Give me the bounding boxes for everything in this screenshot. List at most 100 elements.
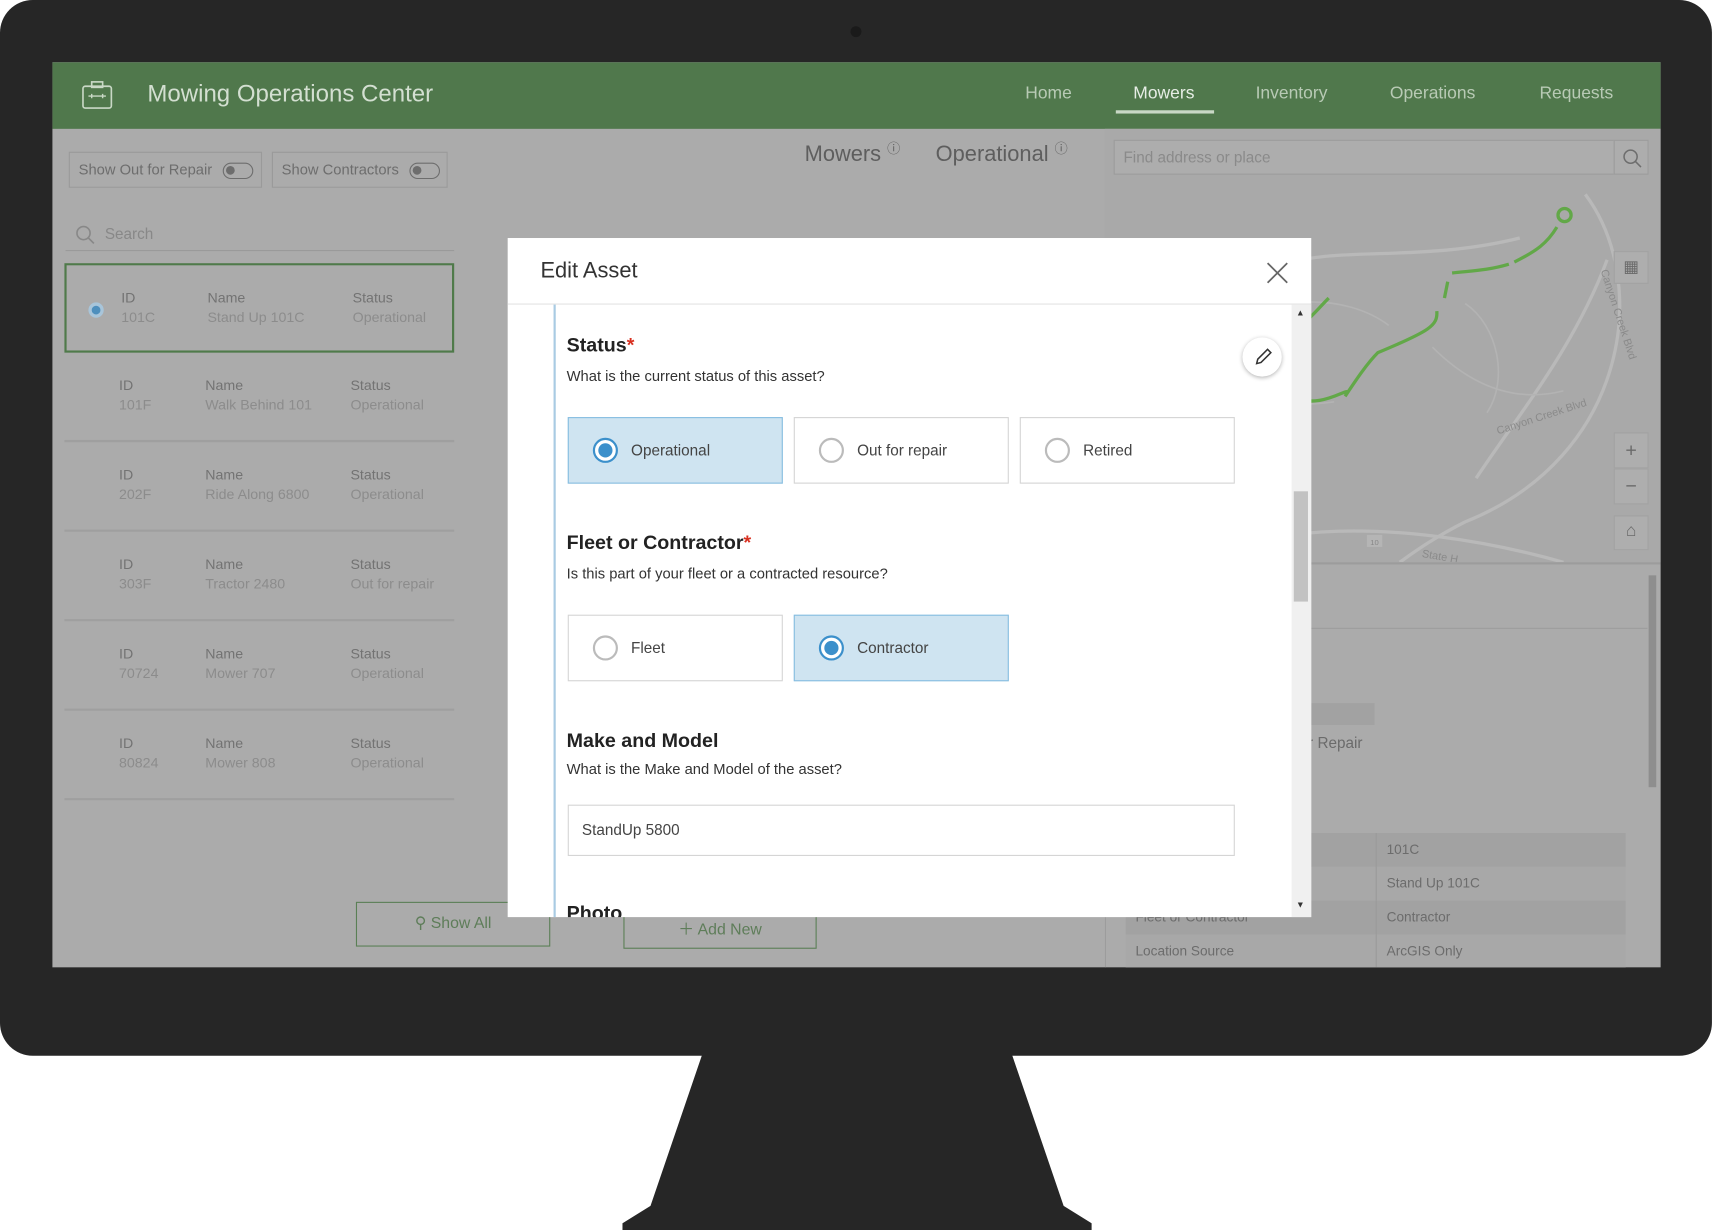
option-label: Contractor <box>857 638 929 657</box>
status-label: Status <box>350 376 391 394</box>
scroll-down-arrow-icon[interactable]: ▼ <box>1296 900 1305 910</box>
status-label: Status <box>350 466 391 483</box>
name-value: Tractor 2480 <box>205 575 286 592</box>
highway-shield: 10 <box>1370 538 1378 547</box>
input-value: StandUp 5800 <box>581 821 680 839</box>
status-question-desc: What is the current status of this asset… <box>566 367 825 385</box>
search-icon <box>76 225 95 245</box>
monitor-stand <box>622 1054 1092 1230</box>
list-item[interactable]: ID 80824 Name Mower 808 Status Operational <box>64 711 455 801</box>
radio-icon <box>818 635 844 661</box>
app-header: Mowing Operations Center Home Mowers Inv… <box>52 62 1661 129</box>
map-road-label: State H <box>1421 548 1459 562</box>
name-label: Name <box>205 555 244 573</box>
toggle-label: Show Out for Repair <box>78 161 213 178</box>
radio-icon <box>818 437 844 463</box>
map-road-label: Canyon Creek Blvd <box>1495 397 1588 437</box>
id-value: 101F <box>119 396 152 413</box>
search-placeholder: Search <box>104 224 154 243</box>
name-value: Walk Behind 101 <box>205 396 313 413</box>
show-contractors-toggle[interactable]: Show Contractors <box>271 151 448 188</box>
id-label: ID <box>119 645 134 662</box>
toggle-switch[interactable] <box>409 162 440 180</box>
divider <box>507 303 1312 305</box>
nav-requests[interactable]: Requests <box>1539 84 1613 104</box>
edit-asset-dialog: Edit Asset Status* What is the current s… <box>507 238 1312 918</box>
radio-icon <box>592 635 618 661</box>
search-icon <box>1623 149 1642 168</box>
photo-question-title: Photo <box>566 901 623 918</box>
active-tab-indicator <box>1115 110 1215 114</box>
minus-icon: − <box>1625 474 1637 497</box>
fleet-question-desc: Is this part of your fleet or a contract… <box>566 565 888 582</box>
edit-button[interactable] <box>1242 337 1282 377</box>
make-question-desc: What is the Make and Model of the asset? <box>566 760 842 778</box>
info-icon[interactable]: ⓘ <box>1055 141 1068 156</box>
plus-icon: + <box>1625 438 1637 461</box>
home-icon: ⌂ <box>1625 521 1637 541</box>
status-value: Operational <box>350 485 424 503</box>
status-label: Status <box>352 289 393 306</box>
status-value: Operational <box>352 308 427 326</box>
zoom-out-button[interactable]: − <box>1613 468 1649 505</box>
make-question-title: Make and Model <box>566 729 719 752</box>
list-search[interactable]: Search <box>65 222 455 252</box>
operational-stat: Operational ⓘ <box>936 139 1068 168</box>
selected-radio-icon <box>88 302 104 318</box>
scroll-up-arrow-icon[interactable]: ▲ <box>1296 308 1305 318</box>
make-model-input[interactable]: StandUp 5800 <box>567 804 1235 856</box>
nav-operations[interactable]: Operations <box>1390 84 1475 104</box>
status-option-operational[interactable]: Operational <box>567 417 783 484</box>
option-label: Operational <box>631 441 711 459</box>
id-value: 101C <box>121 308 156 326</box>
radio-icon <box>592 437 618 463</box>
close-icon[interactable] <box>1265 261 1289 285</box>
basemap-gallery-button[interactable]: ▦ <box>1613 251 1649 284</box>
show-out-for-repair-toggle[interactable]: Show Out for Repair <box>68 151 263 188</box>
zoom-in-button[interactable]: + <box>1613 432 1649 469</box>
nav-inventory[interactable]: Inventory <box>1256 84 1328 104</box>
map-search-input[interactable]: Find address or place <box>1113 139 1615 175</box>
list-item[interactable]: ID 303F Name Tractor 2480 Status Out for repa… <box>64 532 455 622</box>
list-item[interactable]: ID 70724 Name Mower 707 Status Operational <box>64 621 455 711</box>
status-label: Status <box>350 645 391 662</box>
nav-mowers[interactable]: Mowers <box>1133 84 1194 104</box>
details-value: Stand Up 101C <box>1386 875 1480 891</box>
scrollbar[interactable] <box>1648 575 1657 788</box>
status-option-retired[interactable]: Retired <box>1019 417 1235 484</box>
nav-home[interactable]: Home <box>1025 84 1072 104</box>
option-label: Fleet <box>631 638 666 657</box>
name-value: Ride Along 6800 <box>205 485 310 503</box>
form-accent-line <box>553 304 556 918</box>
status-value: Operational <box>350 664 424 682</box>
status-value: Out for repair <box>350 575 435 592</box>
scrollbar-thumb[interactable] <box>1293 491 1308 602</box>
id-value: 70724 <box>119 664 159 682</box>
option-label: Out for repair <box>857 441 948 459</box>
list-item[interactable]: ID 202F Name Ride Along 6800 Status Operation… <box>64 442 455 532</box>
briefcase-icon <box>82 81 113 109</box>
name-label: Name <box>205 466 244 483</box>
details-value: 101C <box>1386 841 1420 858</box>
status-option-out-for-repair[interactable]: Out for repair <box>793 417 1009 484</box>
status-label: Status <box>350 555 391 573</box>
info-icon[interactable]: ⓘ <box>887 141 900 156</box>
id-label: ID <box>119 466 134 483</box>
camera-icon <box>850 26 862 38</box>
map-search-placeholder: Find address or place <box>1123 148 1271 166</box>
list-item[interactable]: ID 101F Name Walk Behind 101 Status Operation… <box>64 353 455 443</box>
fleet-option-contractor[interactable]: Contractor <box>793 614 1009 682</box>
fleet-option-fleet[interactable]: Fleet <box>567 614 783 682</box>
map-search-button[interactable] <box>1613 139 1649 175</box>
details-label: Location Source <box>1135 943 1235 959</box>
dialog-scrollbar[interactable] <box>1291 304 1312 918</box>
name-label: Name <box>205 645 244 662</box>
operational-stat-label: Operational <box>935 142 1049 167</box>
list-item[interactable] <box>64 800 454 831</box>
home-button[interactable]: ⌂ <box>1613 515 1649 551</box>
name-label: Name <box>205 376 244 394</box>
details-value: ArcGIS Only <box>1386 943 1463 959</box>
app-screen: Mowing Operations Center Home Mowers Inv… <box>52 62 1661 968</box>
list-item[interactable]: ID 101C Name Stand Up 101C Status Operational <box>64 263 455 353</box>
toggle-switch[interactable] <box>222 162 254 180</box>
